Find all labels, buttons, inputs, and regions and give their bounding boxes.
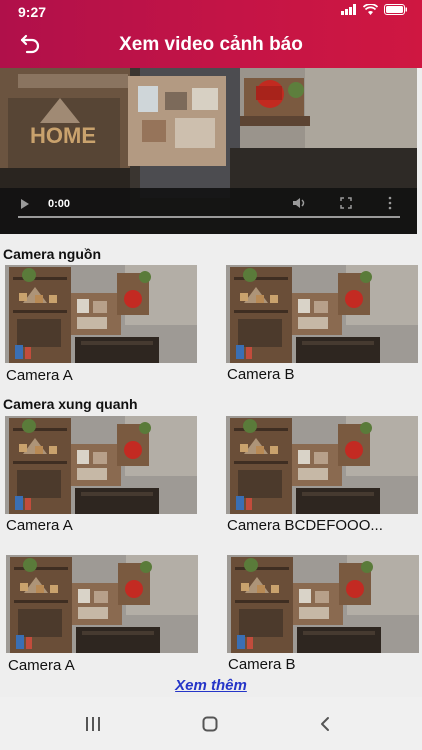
system-nav-bar [0,697,422,750]
camera-label: Camera A [6,517,73,534]
camera-preview-image [5,265,197,363]
camera-preview-image [6,555,198,653]
video-player[interactable]: HOME 0:00 [0,68,417,234]
camera-preview-image [5,416,197,514]
fullscreen-icon[interactable] [340,197,352,209]
battery-icon [384,4,407,15]
play-icon[interactable] [20,198,30,210]
video-controls: 0:00 [0,188,417,234]
camera-label: Camera B [227,366,295,383]
video-progress-track[interactable] [18,216,400,218]
signal-icon [341,4,356,15]
camera-preview-image [226,265,418,363]
camera-label: Camera B [228,656,296,673]
camera-thumbnail[interactable] [5,265,197,363]
camera-label: Camera A [6,367,73,384]
recent-apps-icon[interactable] [85,716,101,732]
status-icons [341,4,408,15]
page-title: Xem video cảnh báo [119,34,303,55]
camera-label: Camera BCDEFOOO... [227,517,383,534]
camera-preview-image [227,555,419,653]
volume-icon[interactable] [292,196,308,210]
camera-thumbnail[interactable] [226,416,418,514]
svg-text:HOME: HOME [30,123,96,148]
video-current-time: 0:00 [48,198,71,210]
section-title-nearby-camera: Camera xung quanh [3,396,138,412]
camera-label: Camera A [8,657,75,674]
camera-thumbnail[interactable] [227,555,419,653]
section-title-source-camera: Camera nguồn [3,246,102,262]
camera-preview-image [226,416,418,514]
camera-thumbnail[interactable] [226,265,418,363]
app-header: 9:27 Xem video cảnh báo [0,0,422,68]
system-back-icon[interactable] [319,716,331,732]
camera-thumbnail[interactable] [6,555,198,653]
wifi-icon [363,4,378,15]
status-time: 9:27 [18,4,47,20]
home-icon[interactable] [202,716,218,732]
see-more-link[interactable]: Xem thêm [0,677,422,694]
camera-thumbnail[interactable] [5,416,197,514]
more-options-icon[interactable] [387,196,393,210]
